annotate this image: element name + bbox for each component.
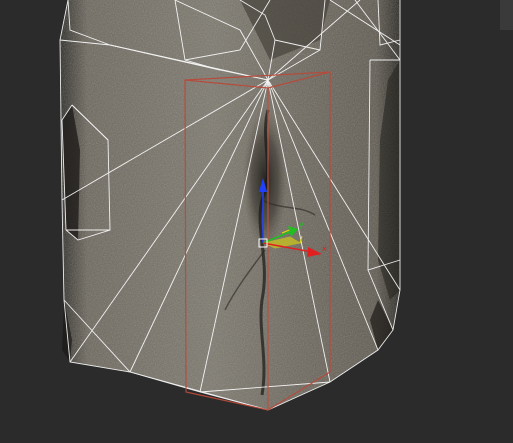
viewport-canvas[interactable]: y x — [0, 0, 513, 443]
column-texture-grain — [60, 0, 400, 410]
y-axis-label: y — [299, 220, 304, 229]
viewport-corner-element — [500, 0, 513, 30]
x-axis-label: x — [322, 244, 327, 253]
stone-column-mesh[interactable] — [60, 0, 400, 410]
3d-viewport[interactable]: y x — [0, 0, 513, 443]
